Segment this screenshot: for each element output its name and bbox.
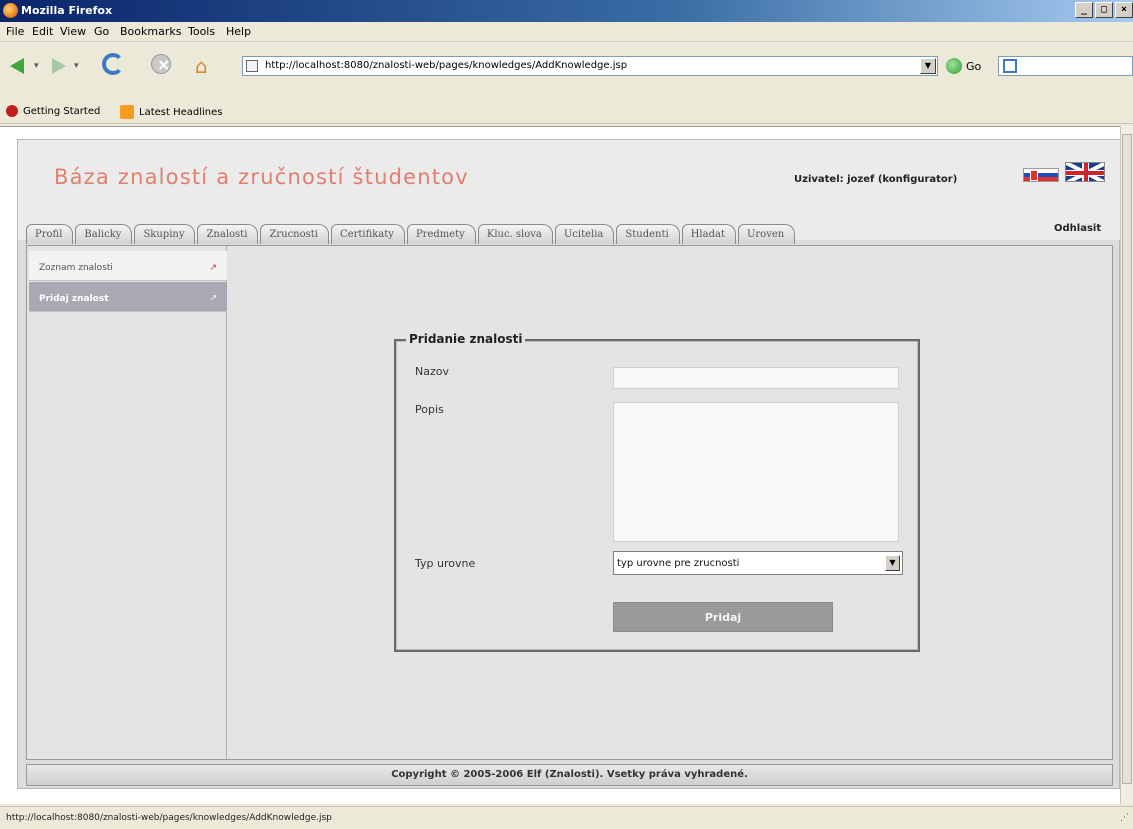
level-type-select[interactable]: typ urovne pre zrucnosti ▼ bbox=[613, 551, 903, 575]
menu-file[interactable]: File bbox=[6, 25, 24, 38]
add-button[interactable]: Pridaj bbox=[613, 602, 833, 632]
slovak-flag-icon[interactable] bbox=[1023, 168, 1059, 182]
page-footer: Copyright © 2005-2006 Elf (Znalosti). Vs… bbox=[26, 764, 1113, 786]
name-label: Nazov bbox=[415, 365, 449, 378]
bookmark-label: Latest Headlines bbox=[139, 106, 223, 118]
back-button[interactable] bbox=[6, 51, 32, 77]
level-type-label: Typ urovne bbox=[415, 557, 476, 570]
logout-link[interactable]: Odhlasit bbox=[1054, 223, 1101, 234]
add-knowledge-form: Pridanie znalosti Nazov Popis Typ urovne… bbox=[394, 332, 920, 652]
sidebar-item-label: Pridaj znalost bbox=[39, 294, 109, 304]
main-tabs: Profil Balicky Skupiny Znalosti Zrucnost… bbox=[26, 224, 797, 244]
go-button[interactable]: Go bbox=[966, 60, 981, 73]
sidebar-item-label: Zoznam znalosti bbox=[39, 263, 113, 273]
tab-zrucnosti[interactable]: Zrucnosti bbox=[260, 224, 329, 244]
search-input[interactable] bbox=[998, 56, 1133, 76]
tab-studenti[interactable]: Studenti bbox=[616, 224, 680, 244]
bookmarks-toolbar: Getting Started Latest Headlines bbox=[0, 100, 1133, 124]
page-icon bbox=[246, 60, 258, 72]
stop-icon bbox=[151, 54, 171, 74]
arrow-icon: ↗ bbox=[209, 263, 217, 273]
bookmark-getting-started[interactable]: Getting Started bbox=[6, 105, 100, 117]
tab-uroven[interactable]: Uroven bbox=[737, 224, 796, 244]
tab-znalosti[interactable]: Znalosti bbox=[197, 224, 259, 244]
back-dropdown-icon[interactable]: ▾ bbox=[34, 61, 39, 71]
web-page: Báza znalostí a zručností študentov Uziv… bbox=[17, 139, 1121, 789]
bookmark-latest-headlines[interactable]: Latest Headlines bbox=[120, 105, 223, 119]
minimize-button[interactable]: _ bbox=[1075, 2, 1093, 18]
user-label: Uzivatel: jozef (konfigurator) bbox=[794, 174, 958, 185]
sidebar-item-pridaj-znalost[interactable]: Pridaj znalost ↗ bbox=[29, 282, 227, 312]
navigation-toolbar: ▾ ▾ ⌂ http://localhost:8080/znalosti-web… bbox=[0, 43, 1133, 93]
maximize-button[interactable]: □ bbox=[1095, 2, 1113, 18]
home-icon: ⌂ bbox=[195, 54, 208, 78]
tab-certifikaty[interactable]: Certifikaty bbox=[331, 224, 405, 244]
scrollbar-thumb[interactable] bbox=[1122, 134, 1132, 784]
site-title: Báza znalostí a zručností študentov bbox=[54, 165, 469, 189]
forward-button[interactable] bbox=[46, 51, 72, 77]
window-title: Mozilla Firefox bbox=[21, 4, 113, 17]
vertical-scrollbar[interactable] bbox=[1120, 126, 1133, 804]
menu-view[interactable]: View bbox=[60, 25, 86, 38]
stop-button[interactable] bbox=[148, 51, 174, 77]
name-input[interactable] bbox=[613, 367, 899, 389]
browser-window: Mozilla Firefox _ □ × File Edit View Go … bbox=[0, 0, 1133, 829]
search-engine-icon[interactable] bbox=[1003, 59, 1017, 73]
sidebar-item-zoznam-znalosti[interactable]: Zoznam znalosti ↗ bbox=[29, 251, 227, 281]
go-icon[interactable] bbox=[946, 58, 962, 74]
content-area: Zoznam znalosti ↗ Pridaj znalost ↗ Prida… bbox=[26, 245, 1113, 760]
title-bar: Mozilla Firefox _ □ × bbox=[0, 0, 1133, 22]
menu-bookmarks[interactable]: Bookmarks bbox=[120, 25, 181, 38]
sidebar: Zoznam znalosti ↗ Pridaj znalost ↗ bbox=[27, 246, 227, 759]
rss-icon bbox=[120, 105, 134, 119]
bookmark-label: Getting Started bbox=[23, 105, 101, 117]
level-type-value: typ urovne pre zrucnosti bbox=[617, 558, 740, 569]
description-textarea[interactable] bbox=[613, 402, 899, 542]
red-bookmark-icon bbox=[6, 105, 18, 117]
forward-dropdown-icon[interactable]: ▾ bbox=[74, 61, 79, 71]
firefox-icon bbox=[3, 3, 18, 18]
reload-icon bbox=[102, 53, 124, 75]
back-arrow-icon bbox=[10, 58, 24, 74]
menu-help[interactable]: Help bbox=[226, 25, 251, 38]
address-dropdown-icon[interactable]: ▼ bbox=[920, 58, 936, 74]
status-text: http://localhost:8080/znalosti-web/pages… bbox=[6, 813, 332, 823]
page-viewport: Báza znalostí a zručností študentov Uziv… bbox=[0, 126, 1121, 804]
tab-balicky[interactable]: Balicky bbox=[75, 224, 133, 244]
home-button[interactable]: ⌂ bbox=[193, 51, 219, 78]
address-bar[interactable]: http://localhost:8080/znalosti-web/pages… bbox=[242, 56, 938, 76]
forward-arrow-icon bbox=[52, 58, 66, 74]
tab-hladat[interactable]: Hladat bbox=[681, 224, 736, 244]
arrow-icon: ↗ bbox=[209, 294, 217, 304]
status-bar: http://localhost:8080/znalosti-web/pages… bbox=[0, 806, 1133, 829]
tab-profil[interactable]: Profil bbox=[26, 224, 74, 244]
menu-edit[interactable]: Edit bbox=[32, 25, 53, 38]
form-legend: Pridanie znalosti bbox=[406, 332, 526, 346]
tab-predmety[interactable]: Predmety bbox=[406, 224, 476, 244]
reload-button[interactable] bbox=[100, 51, 126, 77]
menu-bar: File Edit View Go Bookmarks Tools Help bbox=[0, 22, 1133, 42]
close-button[interactable]: × bbox=[1115, 2, 1133, 18]
resize-grip-icon[interactable]: ⋰ bbox=[1120, 813, 1129, 823]
description-label: Popis bbox=[415, 403, 444, 416]
menu-tools[interactable]: Tools bbox=[188, 25, 215, 38]
tab-ucitelia[interactable]: Ucitelia bbox=[554, 224, 615, 244]
tab-skupiny[interactable]: Skupiny bbox=[134, 224, 196, 244]
menu-go[interactable]: Go bbox=[94, 25, 109, 38]
address-url[interactable]: http://localhost:8080/znalosti-web/pages… bbox=[265, 60, 627, 71]
tab-kluc-slova[interactable]: Kluc. slova bbox=[477, 224, 553, 244]
chevron-down-icon[interactable]: ▼ bbox=[885, 555, 900, 571]
english-flag-icon[interactable] bbox=[1065, 162, 1105, 182]
